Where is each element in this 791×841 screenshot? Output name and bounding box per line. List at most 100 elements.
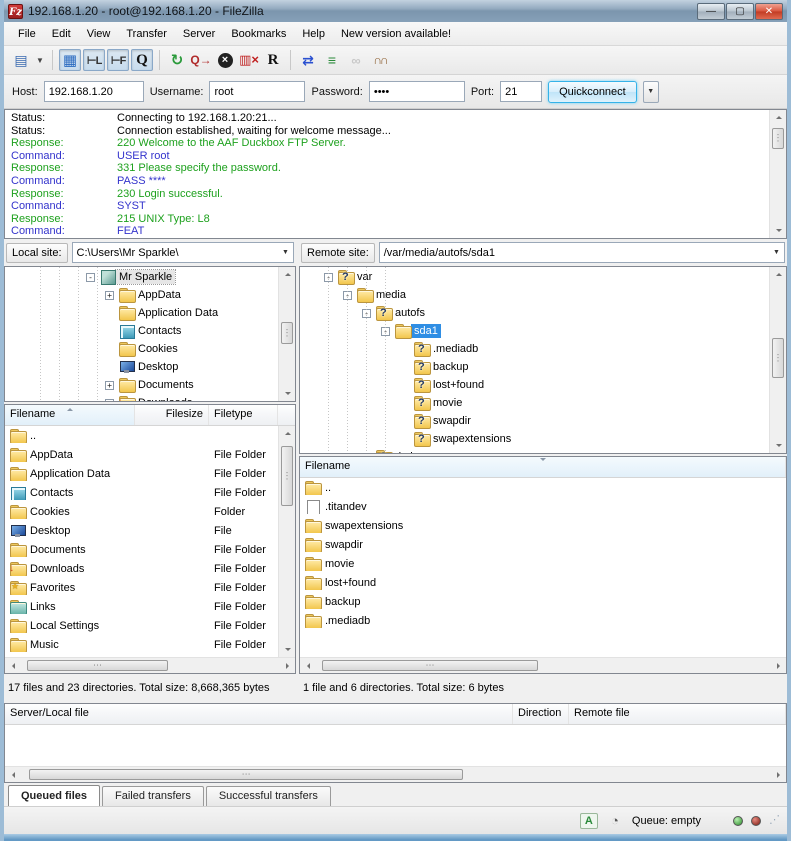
- password-input[interactable]: [369, 81, 465, 102]
- file-row[interactable]: backup: [300, 592, 786, 611]
- speed-limits-icon[interactable]: ◔: [606, 813, 624, 829]
- local-list-horizontal-scrollbar[interactable]: [5, 657, 295, 673]
- menu-item[interactable]: Edit: [44, 24, 79, 44]
- local-list-vertical-scrollbar[interactable]: [278, 426, 295, 657]
- menu-item[interactable]: Transfer: [118, 24, 175, 44]
- expander-icon[interactable]: [105, 291, 114, 300]
- tree-item-label[interactable]: sda1: [411, 324, 441, 338]
- expander-icon[interactable]: [105, 399, 114, 402]
- compare-icon[interactable]: ⇄: [297, 49, 319, 71]
- tree-item-label[interactable]: .mediadb: [430, 342, 481, 356]
- search-icon[interactable]: ∩∩: [369, 49, 391, 71]
- filename-text[interactable]: swapdir: [325, 539, 363, 551]
- scroll-down-icon[interactable]: [770, 437, 787, 453]
- filename-text[interactable]: .mediadb: [325, 615, 370, 627]
- scroll-up-icon[interactable]: [770, 267, 787, 283]
- scroll-right-icon[interactable]: [769, 767, 786, 783]
- disconnect-icon[interactable]: ▥×: [238, 49, 260, 71]
- menu-item[interactable]: View: [79, 24, 119, 44]
- filename-text[interactable]: Application Data: [30, 468, 110, 480]
- toggle-log-icon[interactable]: ▦: [59, 49, 81, 71]
- tree-row[interactable]: ↓ Downloads: [5, 394, 278, 401]
- file-row[interactable]: swapextensions: [300, 516, 786, 535]
- file-row[interactable]: Contacts File Folder: [5, 483, 278, 502]
- tree-item-label[interactable]: swapdir: [430, 414, 474, 428]
- queue-tab[interactable]: Failed transfers: [102, 786, 204, 806]
- sync-browse-icon[interactable]: ∞: [345, 49, 367, 71]
- tree-item-label[interactable]: movie: [430, 396, 465, 410]
- tree-row[interactable]: ? var: [300, 268, 769, 286]
- tree-row[interactable]: Documents: [5, 376, 278, 394]
- tree-item-label[interactable]: var: [354, 270, 375, 284]
- username-input[interactable]: [209, 81, 305, 102]
- filename-text[interactable]: Downloads: [30, 563, 84, 575]
- remote-tree-vertical-scrollbar[interactable]: [769, 267, 786, 453]
- tree-row[interactable]: ? movie: [300, 394, 769, 412]
- file-row[interactable]: swapdir: [300, 535, 786, 554]
- tree-row[interactable]: ? swapextensions: [300, 430, 769, 448]
- tree-row[interactable]: ? swapdir: [300, 412, 769, 430]
- tree-row[interactable]: ? autofs: [300, 304, 769, 322]
- file-row[interactable]: Desktop File: [5, 521, 278, 540]
- filename-text[interactable]: Documents: [30, 544, 86, 556]
- column-filesize[interactable]: Filesize: [135, 405, 209, 425]
- toggle-local-tree-icon[interactable]: ⊢L: [83, 49, 105, 71]
- file-row[interactable]: Application Data File Folder: [5, 464, 278, 483]
- tree-row[interactable]: Application Data: [5, 304, 278, 322]
- scroll-left-icon[interactable]: [5, 658, 22, 674]
- filename-text[interactable]: ..: [30, 430, 36, 442]
- filename-text[interactable]: lost+found: [325, 577, 376, 589]
- tree-item-label[interactable]: Desktop: [135, 360, 181, 374]
- file-row[interactable]: movie: [300, 554, 786, 573]
- tree-row[interactable]: AppData: [5, 286, 278, 304]
- tree-item-label[interactable]: autofs: [392, 306, 428, 320]
- tree-item-label[interactable]: Downloads: [135, 396, 195, 401]
- close-button[interactable]: ✕: [755, 3, 783, 20]
- reconnect-icon[interactable]: R: [262, 49, 284, 71]
- scroll-down-icon[interactable]: [279, 385, 296, 401]
- file-row[interactable]: .titandev: [300, 497, 786, 516]
- refresh-icon[interactable]: ↻: [166, 49, 188, 71]
- remote-list-horizontal-scrollbar[interactable]: [300, 657, 786, 673]
- filename-text[interactable]: Links: [30, 601, 56, 613]
- local-site-combo[interactable]: C:\Users\Mr Sparkle\ ▼: [72, 242, 294, 263]
- filename-text[interactable]: Local Settings: [30, 620, 99, 632]
- filename-text[interactable]: Cookies: [30, 506, 70, 518]
- menu-item[interactable]: Bookmarks: [223, 24, 294, 44]
- queue-tab[interactable]: Queued files: [8, 785, 100, 806]
- column-remote-file[interactable]: Remote file: [569, 704, 786, 724]
- scroll-down-icon[interactable]: [770, 222, 787, 238]
- tree-item-label[interactable]: backup: [430, 360, 471, 374]
- tree-row[interactable]: ? lost+found: [300, 376, 769, 394]
- separator-3[interactable]: [290, 50, 291, 70]
- scrollbar-thumb[interactable]: [772, 338, 784, 378]
- queue-body[interactable]: [5, 725, 786, 766]
- tree-row[interactable]: Mr Sparkle: [5, 268, 278, 286]
- scroll-up-icon[interactable]: [770, 110, 787, 126]
- file-row[interactable]: AppData File Folder: [5, 445, 278, 464]
- filename-text[interactable]: Contacts: [30, 487, 73, 499]
- remote-site-combo[interactable]: /var/media/autofs/sda1 ▼: [379, 242, 785, 263]
- menu-item[interactable]: New version available!: [333, 24, 459, 44]
- process-queue-icon[interactable]: Q→: [190, 49, 212, 71]
- menu-item[interactable]: Server: [175, 24, 223, 44]
- tree-item-label[interactable]: Documents: [135, 378, 197, 392]
- scrollbar-thumb[interactable]: [281, 446, 293, 506]
- tree-row[interactable]: Cookies: [5, 340, 278, 358]
- queue-horizontal-scrollbar[interactable]: [5, 766, 786, 782]
- tree-row[interactable]: Contacts: [5, 322, 278, 340]
- expander-icon[interactable]: [86, 273, 95, 282]
- chevron-down-icon[interactable]: ▼: [769, 243, 784, 262]
- filename-text[interactable]: swapextensions: [325, 520, 403, 532]
- scroll-up-icon[interactable]: [279, 426, 295, 442]
- tree-row[interactable]: media: [300, 286, 769, 304]
- site-manager-icon[interactable]: ▤: [10, 49, 32, 71]
- tree-row[interactable]: ? dvd: [300, 448, 769, 453]
- port-input[interactable]: [500, 81, 542, 102]
- separator-2[interactable]: [159, 50, 160, 70]
- file-row[interactable]: lost+found: [300, 573, 786, 592]
- filter-icon[interactable]: ≡: [321, 49, 343, 71]
- scroll-up-icon[interactable]: [279, 267, 296, 283]
- tree-row[interactable]: sda1: [300, 322, 769, 340]
- transfer-type-icon[interactable]: A: [580, 813, 598, 829]
